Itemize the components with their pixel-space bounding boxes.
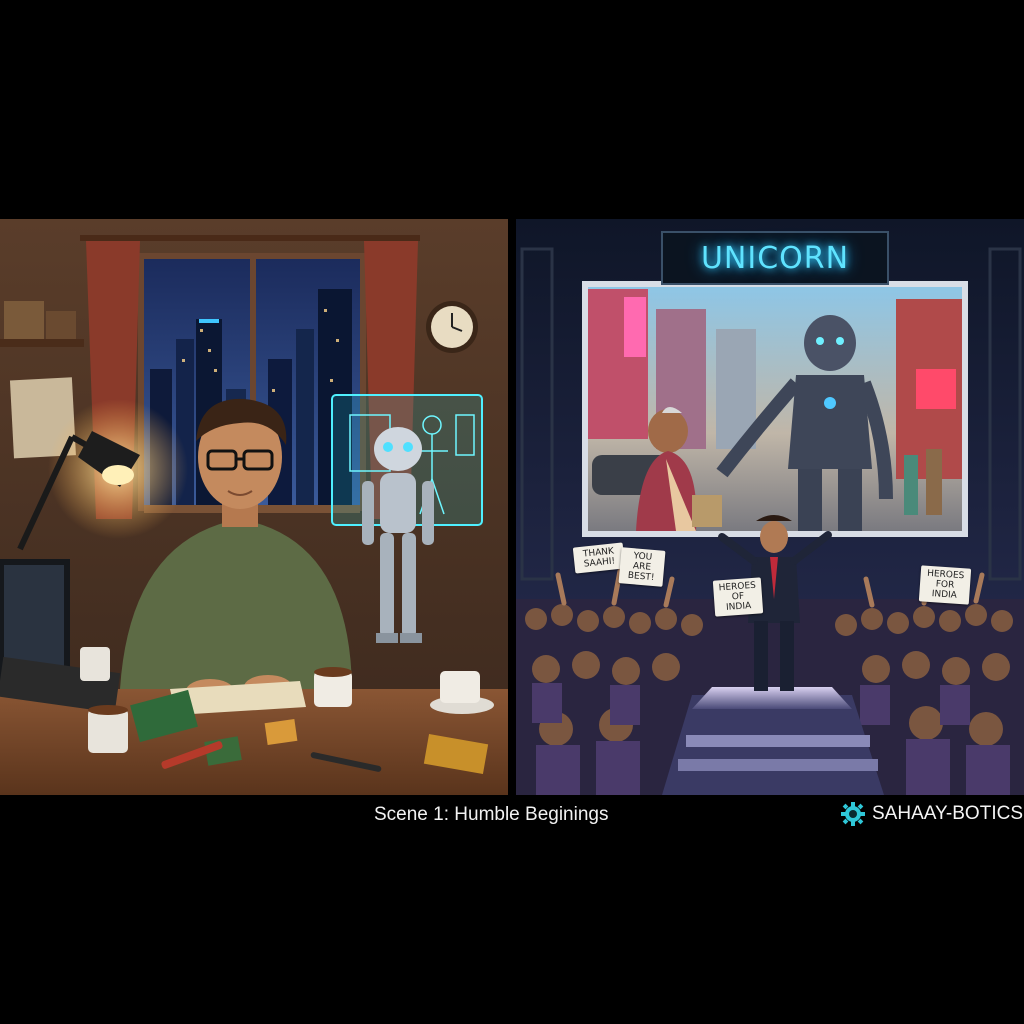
unicorn-sign: UNICORN — [661, 231, 889, 285]
crowd-sign: THANK SAAHI! — [572, 542, 626, 574]
unicorn-success-scene: UNICORN THANK SAAHI! YOU ARE BEST! HEROE… — [516, 219, 1024, 795]
wall-clock-icon — [426, 301, 478, 353]
brand-name: SAHAAY-BOTICS — [872, 803, 1023, 824]
coffee-mug-icon — [88, 705, 128, 753]
video-screen — [582, 281, 968, 537]
gear-logo-icon — [841, 802, 865, 826]
coffee-mug-icon — [80, 647, 110, 681]
crowd-sign: HEROES OF INDIA — [712, 577, 764, 617]
crowd-sign: YOU ARE BEST! — [618, 547, 666, 587]
coffee-mug-icon — [314, 667, 352, 707]
stage-illustration — [516, 219, 1024, 795]
humble-beginnings-scene — [0, 219, 508, 795]
scene-caption: Scene 1: Humble Beginings — [374, 804, 609, 825]
crowd-sign: HEROES FOR INDIA — [918, 565, 972, 605]
workshop-illustration — [0, 219, 508, 795]
brand-logo: SAHAAY-BOTICS — [840, 801, 1023, 827]
stage-podium — [662, 687, 884, 795]
unicorn-sign-text: UNICORN — [700, 240, 850, 276]
